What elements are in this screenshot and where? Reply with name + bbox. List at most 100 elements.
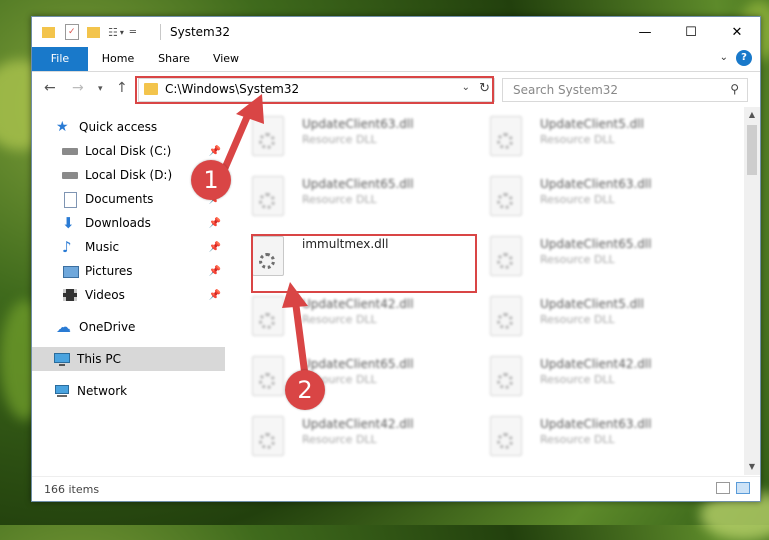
pin-icon[interactable]: 📌 [209,218,221,229]
minimize-button[interactable]: — [622,17,668,47]
ribbon-tabs: File Home Share View ⌄ ? [32,47,760,72]
sidebar-item-local-disk-c[interactable]: Local Disk (C:) 📌 [32,139,225,163]
large-icons-view-icon[interactable] [736,482,750,494]
file-description: Resource DLL [540,373,615,386]
file-item[interactable]: UpdateClient63.dll Resource DLL [470,407,700,463]
sidebar-item-pictures[interactable]: Pictures 📌 [32,259,225,283]
pin-icon[interactable]: 📌 [209,290,221,301]
sidebar-item-network[interactable]: Network [32,379,225,403]
tab-view[interactable]: View [200,47,252,71]
sidebar-item-label: Quick access [79,120,158,134]
pin-icon[interactable]: 📌 [209,242,221,253]
back-arrow-icon[interactable]: ← [44,80,56,96]
sidebar-item-downloads[interactable]: ⬇ Downloads 📌 [32,211,225,235]
file-item[interactable]: UpdateClient63.dll Resource DLL [470,167,700,223]
step-two-badge: 2 [285,370,325,410]
up-arrow-icon[interactable]: ↑ [116,80,128,96]
file-item[interactable]: UpdateClient42.dll Resource DLL [232,407,462,463]
file-description: Resource DLL [540,253,615,266]
pin-icon[interactable]: 📌 [209,266,221,277]
dll-file-icon [490,356,522,396]
close-button[interactable]: ✕ [714,17,760,47]
file-item[interactable]: UpdateClient5.dll Resource DLL [470,287,700,343]
star-icon: ★ [56,119,69,135]
sidebar-item-onedrive[interactable]: ☁ OneDrive [32,315,225,339]
file-name: UpdateClient42.dll [302,417,414,431]
drive-icon [62,167,78,183]
dll-file-icon [490,296,522,336]
tab-share[interactable]: Share [148,47,200,71]
tab-home[interactable]: Home [88,47,148,71]
dll-file-icon [252,296,284,336]
chevron-down-icon[interactable]: ▾ [120,28,124,37]
properties-icon[interactable]: ✓ [65,24,79,40]
file-description: Resource DLL [540,133,615,146]
file-name: UpdateClient63.dll [302,117,414,131]
sidebar-item-label: OneDrive [79,320,136,334]
pin-icon[interactable]: 📌 [209,146,221,157]
new-folder-icon[interactable] [87,26,100,38]
window-title: System32 [170,25,231,39]
quick-access-toolbar: ✓ ☷ ▾ ═ [42,23,136,41]
expand-ribbon-icon[interactable]: ⌄ [720,52,728,63]
file-item[interactable]: UpdateClient65.dll Resource DLL [232,347,462,403]
sidebar-item-label: Downloads [85,216,151,230]
dll-file-icon [490,176,522,216]
sidebar-item-label: Network [77,384,128,398]
recent-locations-icon[interactable]: ▾ [98,84,103,94]
documents-icon [62,191,78,208]
item-count: 166 items [44,483,100,496]
sidebar-item-label: Pictures [85,264,133,278]
step-one-badge: 1 [191,160,231,200]
sidebar-item-this-pc[interactable]: This PC [32,347,225,371]
sidebar-item-music[interactable]: ♪ Music 📌 [32,235,225,259]
sidebar-item-videos[interactable]: Videos 📌 [32,283,225,307]
file-description: Resource DLL [302,433,377,446]
search-placeholder: Search System32 [513,83,619,97]
customize-toolbar-icon[interactable]: ═ [130,27,136,38]
scrollbar-thumb[interactable] [747,125,757,175]
dll-file-icon [490,236,522,276]
file-item[interactable]: UpdateClient42.dll Resource DLL [232,287,462,343]
dll-file-icon [252,416,284,456]
file-item[interactable]: UpdateClient65.dll Resource DLL [470,227,700,283]
help-button[interactable]: ? [736,50,752,66]
file-name: UpdateClient65.dll [540,237,652,251]
dll-file-icon [490,116,522,156]
sidebar-item-quick-access[interactable]: ★ Quick access [32,115,225,139]
file-name: UpdateClient42.dll [540,357,652,371]
search-icon[interactable]: ⚲ [730,82,739,96]
explorer-window: ✓ ☷ ▾ ═ System32 — ☐ ✕ File Home Share V… [31,16,761,502]
maximize-button[interactable]: ☐ [668,17,714,47]
address-highlight-box [135,76,494,104]
forward-arrow-icon[interactable]: → [72,80,84,96]
vertical-scrollbar[interactable]: ▲ ▼ [744,107,760,475]
file-item[interactable]: UpdateClient65.dll Resource DLL [232,167,462,223]
view-options-icon[interactable]: ☷ [108,26,118,39]
sidebar-item-label: Local Disk (D:) [85,168,173,182]
search-input[interactable]: Search System32 ⚲ [502,78,748,102]
file-name: UpdateClient65.dll [302,177,414,191]
tab-file[interactable]: File [32,47,88,71]
file-item[interactable]: UpdateClient42.dll Resource DLL [470,347,700,403]
scroll-up-icon[interactable]: ▲ [744,107,760,123]
sidebar-item-label: Local Disk (C:) [85,144,172,158]
sidebar-item-label: Videos [85,288,125,302]
dll-file-icon [252,356,284,396]
scroll-down-icon[interactable]: ▼ [744,459,760,475]
title-bar: ✓ ☷ ▾ ═ System32 — ☐ ✕ [32,17,760,47]
file-name: UpdateClient63.dll [540,417,652,431]
file-description: Resource DLL [540,433,615,446]
monitor-icon [54,351,70,367]
file-description: Resource DLL [302,193,377,206]
pictures-icon [62,263,79,279]
details-view-icon[interactable] [716,482,730,494]
file-item[interactable]: UpdateClient63.dll Resource DLL [232,107,462,163]
file-name: UpdateClient63.dll [540,177,652,191]
title-separator [160,24,161,40]
file-name: UpdateClient42.dll [302,297,414,311]
file-item[interactable]: UpdateClient5.dll Resource DLL [470,107,700,163]
dll-file-icon [252,176,284,216]
file-description: Resource DLL [540,313,615,326]
drive-icon [62,143,78,159]
